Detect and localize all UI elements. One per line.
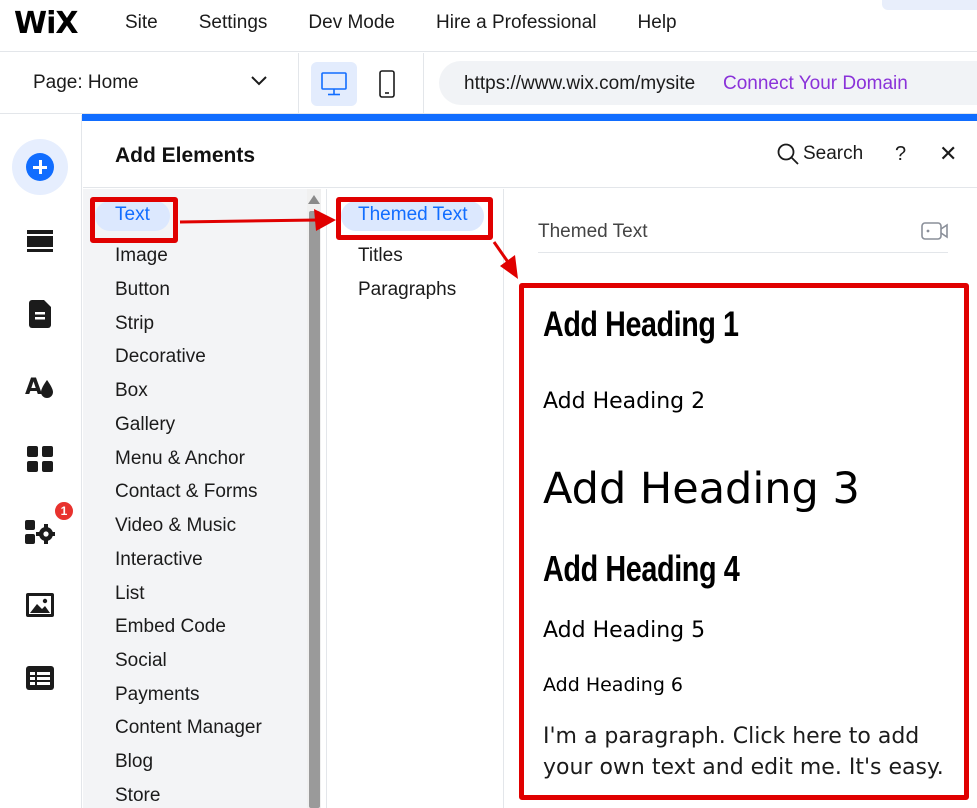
search-icon bbox=[777, 143, 799, 165]
apps-button[interactable] bbox=[20, 439, 60, 479]
category-scrollbar[interactable] bbox=[307, 189, 321, 808]
video-camera-icon[interactable] bbox=[921, 220, 949, 242]
category-list: Text Image Button Strip Decorative Box G… bbox=[83, 189, 307, 808]
top-menu: Site Settings Dev Mode Hire a Profession… bbox=[125, 12, 718, 34]
page-icon bbox=[29, 300, 51, 328]
site-url-bar[interactable]: https://www.wix.com/mysite Connect Your … bbox=[439, 61, 977, 105]
subcategory-paragraphs[interactable]: Paragraphs bbox=[358, 279, 456, 301]
connect-domain-link[interactable]: Connect Your Domain bbox=[723, 73, 908, 95]
subcategory-titles[interactable]: Titles bbox=[358, 245, 403, 267]
category-blog[interactable]: Blog bbox=[115, 751, 153, 773]
business-tools-button[interactable] bbox=[20, 512, 60, 552]
menu-help[interactable]: Help bbox=[638, 12, 677, 34]
category-image[interactable]: Image bbox=[115, 245, 168, 267]
menu-settings[interactable]: Settings bbox=[199, 12, 268, 34]
highlight-themed-text-preview bbox=[519, 283, 969, 800]
panel-top-accent bbox=[82, 114, 977, 121]
editor-toolbar: Page: Home https://www.wix.com/mysite Co… bbox=[0, 53, 977, 114]
category-interactive[interactable]: Interactive bbox=[115, 549, 203, 571]
left-sidebar: A 1 bbox=[0, 115, 82, 808]
media-button[interactable] bbox=[20, 585, 60, 625]
gear-blocks-icon bbox=[25, 520, 55, 544]
category-payments[interactable]: Payments bbox=[115, 684, 199, 706]
design-icon: A bbox=[25, 375, 53, 400]
category-video-music[interactable]: Video & Music bbox=[115, 515, 236, 537]
category-embed-code[interactable]: Embed Code bbox=[115, 616, 226, 638]
page-selector-label: Page: Home bbox=[33, 72, 139, 93]
mobile-view-button[interactable] bbox=[364, 62, 410, 106]
scroll-up-arrow-icon[interactable] bbox=[308, 195, 320, 204]
category-content-manager[interactable]: Content Manager bbox=[115, 717, 262, 739]
highlight-themed-text bbox=[336, 197, 493, 240]
page-selector[interactable]: Page: Home bbox=[0, 53, 299, 114]
category-decorative[interactable]: Decorative bbox=[115, 346, 206, 368]
top-bar: WiX Site Settings Dev Mode Hire a Profes… bbox=[0, 0, 977, 52]
svg-text:A: A bbox=[25, 375, 42, 400]
category-list[interactable]: List bbox=[115, 583, 145, 605]
site-design-button[interactable]: A bbox=[20, 366, 60, 406]
category-menu-anchor[interactable]: Menu & Anchor bbox=[115, 448, 245, 470]
category-button[interactable]: Button bbox=[115, 279, 170, 301]
menu-site[interactable]: Site bbox=[125, 12, 158, 34]
subcategory-list: Themed Text Titles Paragraphs bbox=[326, 189, 504, 808]
site-url: https://www.wix.com/mysite bbox=[464, 73, 696, 94]
highlight-text-category bbox=[90, 197, 178, 243]
close-button[interactable]: ✕ bbox=[939, 143, 957, 165]
menu-dev-mode[interactable]: Dev Mode bbox=[308, 12, 395, 34]
desktop-view-button[interactable] bbox=[311, 62, 357, 106]
table-icon bbox=[26, 666, 54, 690]
add-elements-button[interactable] bbox=[12, 139, 68, 195]
preview-divider bbox=[538, 252, 948, 253]
scrollbar-thumb[interactable] bbox=[309, 211, 320, 808]
category-strip[interactable]: Strip bbox=[115, 313, 154, 335]
toolbar-divider bbox=[423, 53, 424, 114]
category-store[interactable]: Store bbox=[115, 785, 160, 807]
chevron-down-icon bbox=[251, 76, 267, 86]
sections-icon bbox=[27, 230, 53, 252]
preview-section-title: Themed Text bbox=[538, 221, 648, 242]
search-label: Search bbox=[803, 143, 864, 164]
search-button[interactable]: Search bbox=[777, 143, 863, 165]
pages-button[interactable] bbox=[20, 294, 60, 334]
desktop-icon bbox=[321, 72, 347, 96]
category-gallery[interactable]: Gallery bbox=[115, 414, 175, 436]
image-icon bbox=[26, 593, 54, 617]
apps-grid-icon bbox=[27, 446, 53, 472]
category-contact-forms[interactable]: Contact & Forms bbox=[115, 481, 258, 503]
top-right-corner-button[interactable] bbox=[882, 0, 977, 10]
help-button[interactable]: ? bbox=[895, 143, 906, 166]
category-box[interactable]: Box bbox=[115, 380, 148, 402]
category-social[interactable]: Social bbox=[115, 650, 167, 672]
menu-hire-a-professional[interactable]: Hire a Professional bbox=[436, 12, 597, 34]
notification-badge: 1 bbox=[53, 500, 75, 522]
sections-button[interactable] bbox=[20, 221, 60, 261]
mobile-icon bbox=[379, 70, 395, 98]
panel-header: Add Elements Search ? ✕ bbox=[83, 121, 977, 188]
plus-icon bbox=[26, 153, 54, 181]
cms-button[interactable] bbox=[20, 658, 60, 698]
panel-title: Add Elements bbox=[115, 144, 256, 167]
wix-logo[interactable]: WiX bbox=[14, 6, 79, 41]
